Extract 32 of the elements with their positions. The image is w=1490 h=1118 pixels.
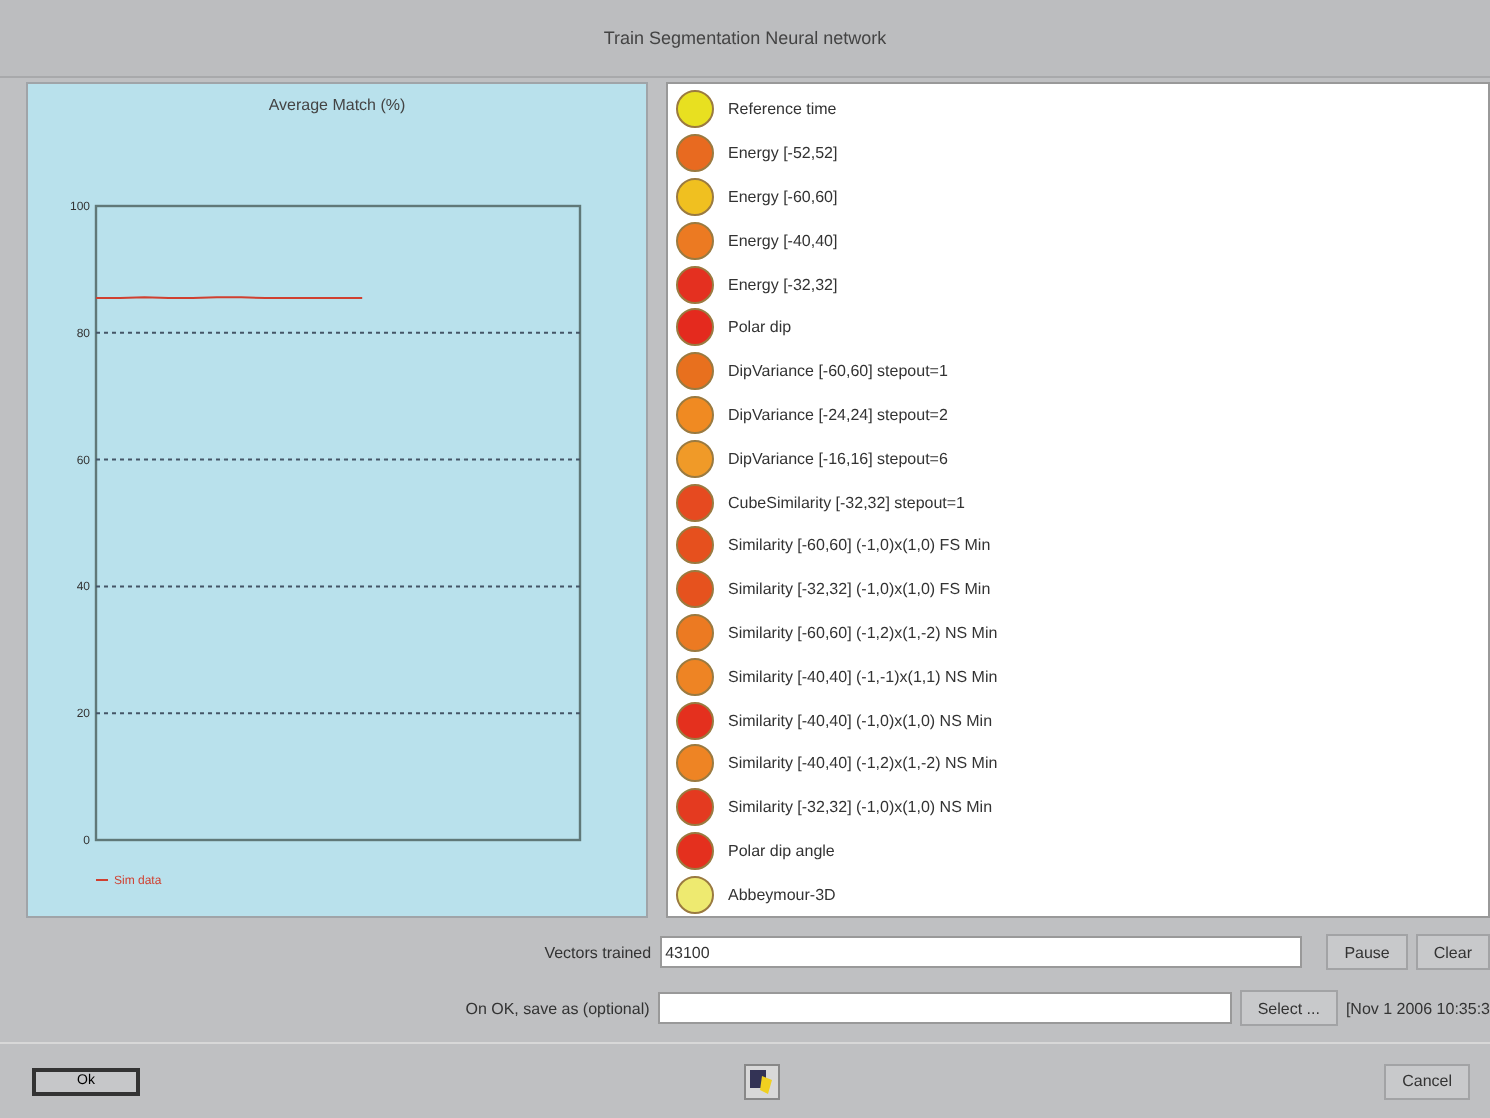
toolbar-button[interactable]: Pause xyxy=(1326,934,1408,970)
select-button[interactable]: Select ... xyxy=(1239,990,1338,1026)
attribute-label[interactable]: DipVariance [-60,60] stepout=1 xyxy=(728,362,948,381)
attribute-label[interactable]: Polar dip angle xyxy=(728,841,835,860)
legend-line xyxy=(95,879,109,881)
attribute-label[interactable]: Similarity [-60,60] (-1,0)x(1,0) FS Min xyxy=(728,536,991,555)
timestamp: [Nov 1 2006 10:35:3 xyxy=(1345,999,1490,1017)
attribute-label[interactable]: Reference time xyxy=(728,100,837,119)
attribute-label[interactable]: DipVariance [-24,24] stepout=2 xyxy=(728,405,948,424)
field-label: Vectors trained xyxy=(542,943,652,961)
attribute-label[interactable]: Energy [-32,32] xyxy=(728,275,838,294)
wizard-icon[interactable] xyxy=(744,1063,781,1099)
attribute-label[interactable]: Energy [-60,60] xyxy=(728,187,838,206)
attribute-label[interactable]: Similarity [-40,40] (-1,2)x(1,-2) NS Min xyxy=(728,754,998,773)
input-field[interactable]: 43100 xyxy=(659,936,1303,968)
attribute-label[interactable]: Energy [-52,52] xyxy=(728,144,838,163)
attribute-label[interactable]: Similarity [-32,32] (-1,0)x(1,0) NS Min xyxy=(728,798,993,817)
chart-title: Average Match (%) xyxy=(266,96,408,114)
attribute-label[interactable]: DipVariance [-16,16] stepout=6 xyxy=(728,449,948,468)
toolbar-button[interactable]: Clear xyxy=(1415,934,1490,970)
attribute-label[interactable]: Energy [-40,40] xyxy=(728,231,838,250)
window-title: Train Segmentation Neural network xyxy=(603,28,887,48)
field-label: On OK, save as (optional) xyxy=(463,999,650,1017)
attribute-label[interactable]: CubeSimilarity [-32,32] stepout=1 xyxy=(728,493,966,512)
attribute-label[interactable]: Polar dip xyxy=(728,318,792,337)
attribute-label[interactable]: Abbeymour-3D xyxy=(728,885,836,904)
input-field[interactable] xyxy=(657,992,1232,1024)
attribute-label[interactable]: Similarity [-40,40] (-1,0)x(1,0) NS Min xyxy=(728,711,993,730)
attribute-label[interactable]: Similarity [-32,32] (-1,0)x(1,0) FS Min xyxy=(728,580,991,599)
attribute-label[interactable]: Similarity [-60,60] (-1,2)x(1,-2) NS Min xyxy=(728,623,998,642)
attribute-label[interactable]: Similarity [-40,40] (-1,-1)x(1,1) NS Min xyxy=(728,667,998,686)
cancel-button[interactable]: Cancel xyxy=(1384,1063,1470,1099)
